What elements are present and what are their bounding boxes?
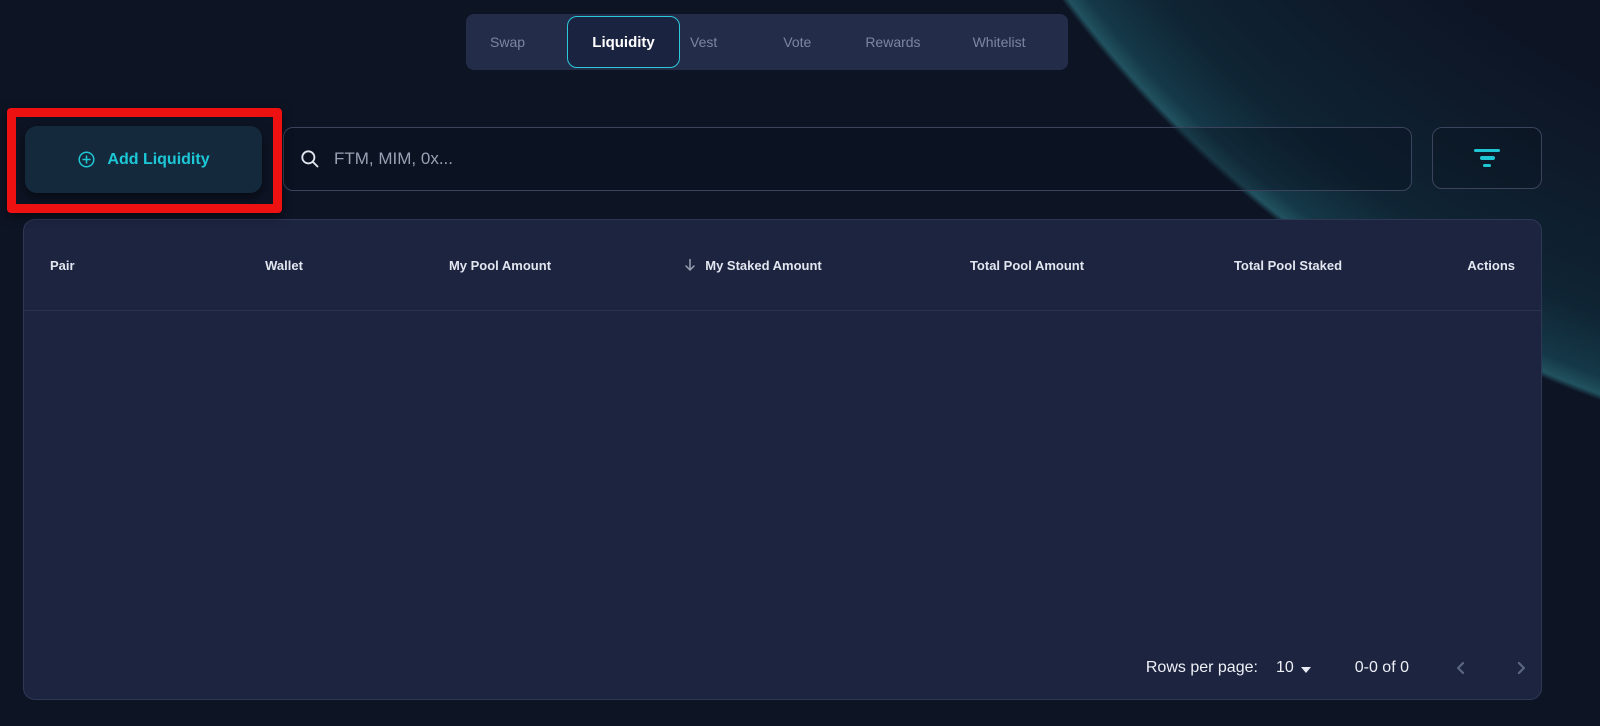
rows-per-page-label: Rows per page: [1145,659,1258,676]
pagination-bar: Rows per page: 10 0-0 of 0 [24,637,1541,699]
table-header-row: Pair Wallet My Pool Amount My Staked Amo… [24,220,1541,311]
column-header-my-pool-amount[interactable]: My Pool Amount [401,258,599,273]
caret-down-icon [1300,666,1311,673]
previous-page-button[interactable] [1449,656,1473,680]
table-body-empty [24,311,1541,637]
filter-button[interactable] [1432,127,1542,189]
column-header-pair[interactable]: Pair [50,258,167,273]
rows-per-page-select[interactable]: 10 [1276,659,1311,677]
tab-vote[interactable]: Vote [783,34,811,50]
next-page-button[interactable] [1509,656,1533,680]
search-icon [299,148,321,170]
tab-bar: Swap Liquidity Vest Vote Rewards Whiteli… [466,14,1068,70]
tab-rewards[interactable]: Rewards [865,34,920,50]
rows-per-page-value: 10 [1275,659,1294,676]
column-header-total-pool-amount[interactable]: Total Pool Amount [905,258,1149,273]
search-box [283,127,1412,191]
column-header-wallet[interactable]: Wallet [167,258,401,273]
column-header-actions: Actions [1467,257,1515,273]
add-liquidity-label: Add Liquidity [107,150,210,168]
tab-vest[interactable]: Vest [690,34,717,50]
tab-whitelist[interactable]: Whitelist [973,34,1026,50]
pools-table: Pair Wallet My Pool Amount My Staked Amo… [23,219,1542,700]
filter-icon [1474,148,1500,168]
chevron-right-icon [1511,658,1531,678]
plus-circle-icon [77,150,96,169]
tab-swap[interactable]: Swap [490,34,525,50]
tab-liquidity[interactable]: Liquidity [567,16,681,68]
arrow-down-icon [682,257,698,273]
search-input[interactable] [334,149,1396,169]
column-header-total-pool-staked[interactable]: Total Pool Staked [1149,258,1427,273]
column-header-label: My Staked Amount [705,257,822,273]
add-liquidity-button[interactable]: Add Liquidity [25,126,262,193]
column-header-my-staked-amount[interactable]: My Staked Amount [599,257,905,273]
chevron-left-icon [1451,658,1471,678]
pagination-range: 0-0 of 0 [1354,659,1409,676]
